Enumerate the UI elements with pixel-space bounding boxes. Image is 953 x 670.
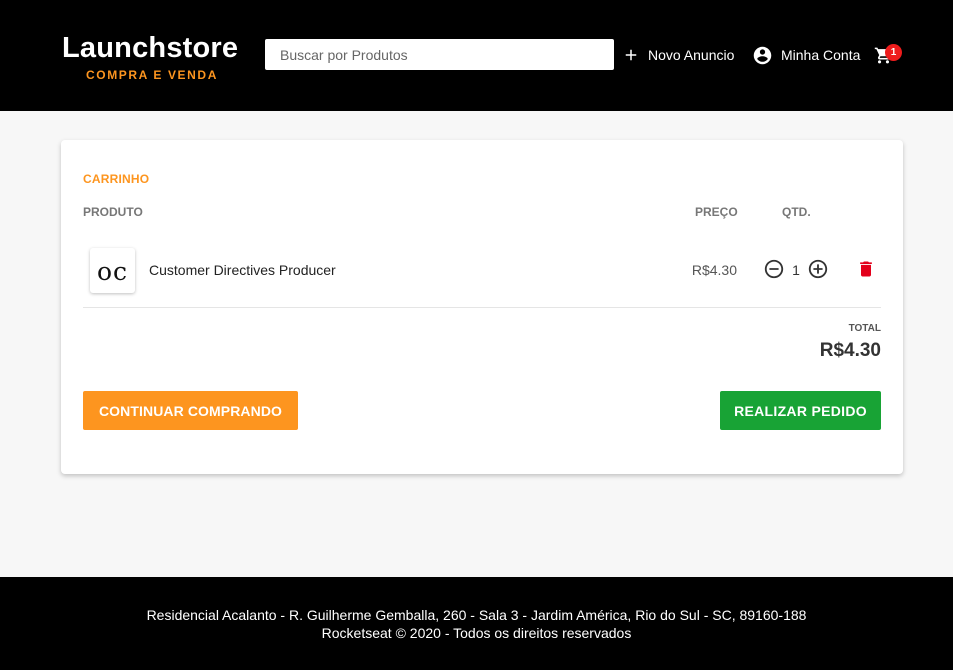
product-name[interactable]: Customer Directives Producer xyxy=(149,262,336,278)
total-label: TOTAL xyxy=(848,323,881,334)
total-value: R$4.30 xyxy=(819,340,881,361)
continue-shopping-button[interactable]: CONTINUAR COMPRANDO xyxy=(83,391,298,430)
column-header-price: PREÇO xyxy=(695,205,738,219)
logo-title: Launchstore xyxy=(62,32,239,64)
new-ad-label: Novo Anuncio xyxy=(648,47,735,63)
plus-circle-icon[interactable] xyxy=(807,258,829,285)
column-header-product: PRODUTO xyxy=(83,205,143,219)
column-header-qty: QTD. xyxy=(782,205,811,219)
header: Launchstore COMPRA E VENDA Novo Anuncio … xyxy=(0,0,953,111)
search-input[interactable] xyxy=(265,39,614,70)
product-thumbnail-text: oc xyxy=(96,257,129,286)
my-account-link[interactable]: Minha Conta xyxy=(752,43,860,67)
cart-card: CARRINHO PRODUTO PREÇO QTD. oc Customer … xyxy=(61,140,903,474)
minus-circle-icon[interactable] xyxy=(763,258,785,285)
footer: Residencial Acalanto - R. Guilherme Gemb… xyxy=(0,577,953,670)
trash-icon[interactable] xyxy=(856,258,876,285)
divider xyxy=(83,307,881,308)
product-thumbnail[interactable]: oc xyxy=(90,248,135,293)
logo-subtitle: COMPRA E VENDA xyxy=(86,68,218,82)
cart-count-badge: 1 xyxy=(885,44,902,61)
footer-address: Residencial Acalanto - R. Guilherme Gemb… xyxy=(146,607,807,623)
footer-copyright: Rocketseat © 2020 - Todos os direitos re… xyxy=(321,625,632,641)
plus-icon xyxy=(622,46,640,64)
new-ad-link[interactable]: Novo Anuncio xyxy=(622,43,734,67)
cart-link[interactable]: 1 xyxy=(874,44,904,66)
logo[interactable]: Launchstore COMPRA E VENDA xyxy=(62,30,242,83)
place-order-button[interactable]: REALIZAR PEDIDO xyxy=(720,391,881,430)
product-price: R$4.30 xyxy=(691,262,737,278)
account-circle-icon xyxy=(752,45,773,66)
quantity-value: 1 xyxy=(792,262,800,278)
cart-title: CARRINHO xyxy=(83,172,150,186)
my-account-label: Minha Conta xyxy=(781,47,861,63)
